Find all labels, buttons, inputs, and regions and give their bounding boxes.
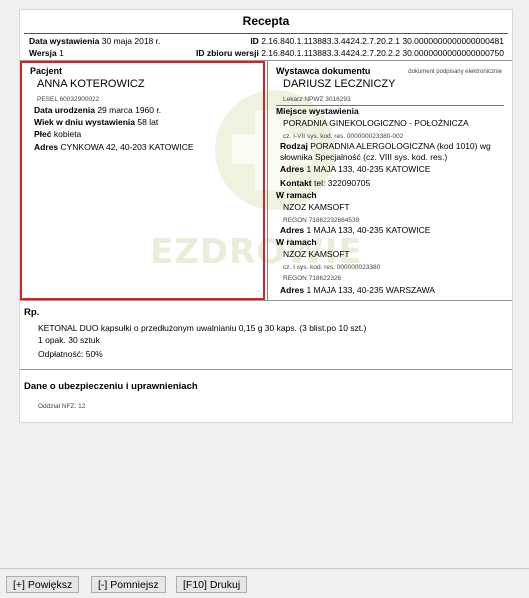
org2-name: NZOZ KAMSOFT xyxy=(283,249,350,259)
print-button[interactable]: [F10] Drukuj xyxy=(176,576,248,593)
version-value: 1 xyxy=(59,48,64,58)
issuer-heading: Wystawca dokumentu xyxy=(276,66,371,76)
patient-name: ANNA KOTEROWICZ xyxy=(37,78,145,90)
patient-age-row: Wiek w dniu wystawienia 58 lat xyxy=(34,117,158,128)
section-divider-insurance xyxy=(20,369,512,370)
title-divider xyxy=(24,33,508,34)
org1-address-value: 1 MAJA 133, 40-235 KATOWICE xyxy=(306,225,431,235)
set-id-value: 2.16.840.1.113883.3.4424.2.7.20.2.2 30.0… xyxy=(261,48,504,58)
patient-address-row: Adres CYNKOWA 42, 40-203 KATOWICE xyxy=(34,142,194,153)
kind-value-line-1: PORADNIA ALERGOLOGICZNA (kod 1010) wg xyxy=(310,141,491,151)
age-value: 58 lat xyxy=(137,117,159,127)
org2-code: cz. I sys. kod. res. 000000023380 xyxy=(283,264,381,271)
set-id-row: ID zbioru wersji 2.16.840.1.113883.3.442… xyxy=(196,48,504,59)
org1-address-label: Adres xyxy=(280,225,305,235)
place-address-value: 1 MAJA 133, 40-235 KATOWICE xyxy=(306,164,431,174)
version-row: Wersja 1 xyxy=(29,48,64,59)
place-name: PORADNIA GINEKOLOGICZNO - POŁOŻNICZA xyxy=(283,118,469,128)
patient-sex-row: Płeć kobieta xyxy=(34,129,81,140)
org2-address-row: Adres 1 MAJA 133, 40-235 WARSZAWA xyxy=(280,285,435,296)
sex-label: Płeć xyxy=(34,129,52,139)
drug-quantity: 1 opak. 30 sztuk xyxy=(38,335,100,345)
place-heading: Miejsce wystawienia xyxy=(276,106,359,116)
kind-label: Rodzaj xyxy=(280,141,308,151)
section-vertical-divider xyxy=(267,61,268,300)
section-divider-rp xyxy=(20,300,512,301)
place-kind-row: Rodzaj PORADNIA ALERGOLOGICZNA (kod 1010… xyxy=(280,141,491,152)
issue-date-label: Data wystawienia xyxy=(29,36,100,46)
place-address-label: Adres xyxy=(280,164,305,174)
place-address-row: Adres 1 MAJA 133, 40-235 KATOWICE xyxy=(280,164,430,175)
sex-value: kobieta xyxy=(53,129,82,139)
patient-address-label: Adres xyxy=(34,142,59,152)
version-label: Wersja xyxy=(29,48,57,58)
signed-note: dokument podpisany elektronicznie xyxy=(408,69,502,75)
patient-heading: Pacjent xyxy=(30,66,63,76)
document-id-row: ID 2.16.840.1.113883.3.4424.2.7.20.2.1 3… xyxy=(250,36,504,47)
issue-date-value: 30 maja 2018 r. xyxy=(101,36,161,46)
birth-value: 29 marca 1960 r. xyxy=(97,105,162,115)
org2-address-value: 1 MAJA 133, 40-235 WARSZAWA xyxy=(306,285,435,295)
set-id-label: ID zbioru wersji xyxy=(195,48,259,58)
org1-address-row: Adres 1 MAJA 133, 40-235 KATOWICE xyxy=(280,225,430,236)
drug-payment: Odpłatność: 50% xyxy=(38,349,103,359)
document-id-value: 2.16.840.1.113883.3.4424.2.7.20.2.1 30.0… xyxy=(261,36,504,46)
contact-value: tel: 322090705 xyxy=(314,178,371,188)
insurance-heading: Dane o ubezpieczeniu i uprawnieniach xyxy=(24,381,198,392)
issuer-npwz: Lekarz NPWZ 3016293 xyxy=(283,96,351,103)
contact-row: Kontakt tel: 322090705 xyxy=(280,178,370,189)
kind-value-line-2: słownika Specjalność (cz. VIII sys. kod.… xyxy=(280,152,448,162)
zoom-in-button[interactable]: [+] Powiększ xyxy=(6,576,80,593)
issue-date-row: Data wystawienia 30 maja 2018 r. xyxy=(29,36,160,47)
document-id-label: ID xyxy=(250,36,259,46)
org2-address-label: Adres xyxy=(280,285,305,295)
prescription-document: EZDROWIE Recepta Data wystawienia 30 maj… xyxy=(19,9,513,423)
document-title: Recepta xyxy=(242,14,290,28)
birth-label: Data urodzenia xyxy=(34,105,95,115)
nfz-branch: Oddział NFZ: 12 xyxy=(38,403,86,410)
contact-label: Kontakt xyxy=(280,178,312,188)
rp-heading: Rp. xyxy=(24,307,40,318)
org2-regon: REGON 718622326 xyxy=(283,275,342,282)
patient-pesel: PESEL 60032900022 xyxy=(37,96,100,103)
patient-birth-row: Data urodzenia 29 marca 1960 r. xyxy=(34,105,161,116)
patient-address-value: CYNKOWA 42, 40-203 KATOWICE xyxy=(60,142,194,152)
zoom-out-button[interactable]: [-] Pomniejsz xyxy=(91,576,166,593)
org1-name: NZOZ KAMSOFT xyxy=(283,202,350,212)
bottom-toolbar xyxy=(0,568,529,598)
within-label-1: W ramach xyxy=(276,190,317,200)
within-label-2: W ramach xyxy=(276,237,317,247)
issuer-name: DARIUSZ LECZNICZY xyxy=(283,78,396,90)
drug-description: KETONAL DUO kapsułki o przedłużonym uwal… xyxy=(38,323,367,333)
age-label: Wiek w dniu wystawienia xyxy=(34,117,136,127)
